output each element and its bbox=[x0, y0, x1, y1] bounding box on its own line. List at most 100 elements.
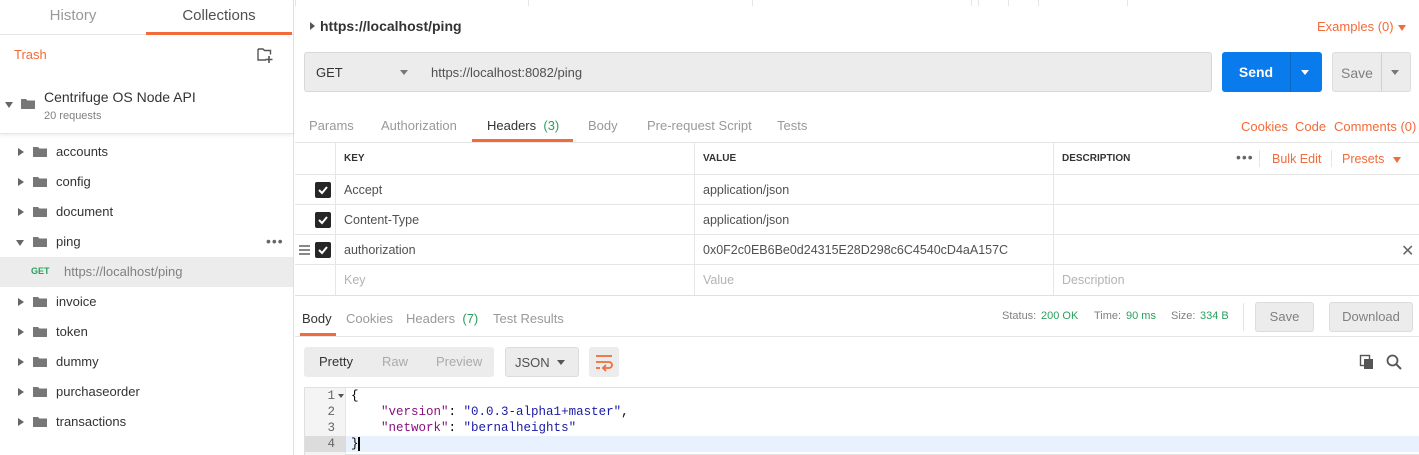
chevron-down-icon[interactable] bbox=[5, 102, 13, 108]
json-string: "0.0.3-alpha1+master" bbox=[463, 405, 622, 419]
check-icon bbox=[318, 216, 328, 225]
size-value[interactable]: 334 B bbox=[1200, 310, 1229, 322]
tab-response-body[interactable]: Body bbox=[302, 311, 332, 326]
tab-authorization[interactable]: Authorization bbox=[381, 118, 457, 133]
header-description-cell[interactable] bbox=[1053, 175, 1419, 205]
header-key-cell[interactable]: Content-Type bbox=[335, 205, 694, 235]
request-title[interactable]: https://localhost/ping bbox=[320, 18, 462, 34]
folder-item-ping[interactable]: ping ••• bbox=[0, 227, 293, 257]
header-value-cell[interactable]: 0x0F2c0EB6Be0d24315E28D298c6C4540cD4aA15… bbox=[694, 235, 1053, 265]
new-collection-icon[interactable] bbox=[256, 46, 274, 64]
save-button[interactable]: Save bbox=[1332, 52, 1411, 92]
time-label: Time: bbox=[1094, 310, 1122, 322]
header-value-cell[interactable]: application/json bbox=[694, 175, 1053, 205]
url-input[interactable] bbox=[420, 52, 1212, 92]
send-button[interactable]: Send bbox=[1222, 52, 1322, 92]
header-key-cell[interactable]: Accept bbox=[335, 175, 694, 205]
line-number: 4 bbox=[327, 437, 335, 451]
header-value-cell[interactable]: application/json bbox=[694, 205, 1053, 235]
tab-body[interactable]: Body bbox=[588, 118, 618, 133]
tab-collections[interactable]: Collections bbox=[146, 0, 292, 35]
chevron-down-icon[interactable] bbox=[16, 240, 24, 246]
code-link[interactable]: Code bbox=[1295, 119, 1326, 134]
folder-item-config[interactable]: config bbox=[0, 167, 293, 197]
drag-handle-icon[interactable] bbox=[299, 245, 310, 257]
header-description-cell[interactable] bbox=[1053, 235, 1419, 265]
presets-dropdown[interactable]: Presets bbox=[1342, 152, 1384, 166]
wrap-lines-button[interactable] bbox=[589, 347, 619, 377]
tab-test-results[interactable]: Test Results bbox=[493, 311, 564, 326]
folder-icon bbox=[33, 327, 47, 337]
tab-headers[interactable]: Headers (3) bbox=[487, 118, 559, 133]
request-label: https://localhost/ping bbox=[64, 264, 183, 279]
fold-toggle-icon[interactable] bbox=[338, 394, 344, 398]
chevron-down-icon[interactable] bbox=[1398, 25, 1406, 31]
tab-history[interactable]: History bbox=[0, 0, 146, 35]
tab-tests[interactable]: Tests bbox=[777, 118, 807, 133]
comments-link[interactable]: Comments (0) bbox=[1334, 119, 1416, 134]
chevron-down-icon[interactable] bbox=[1301, 70, 1309, 75]
tab-params[interactable]: Params bbox=[309, 118, 354, 133]
header-enabled-checkbox[interactable] bbox=[315, 212, 331, 228]
time-value[interactable]: 90 ms bbox=[1126, 310, 1156, 322]
folder-label: document bbox=[56, 204, 114, 219]
tab-response-headers[interactable]: Headers (7) bbox=[406, 311, 478, 326]
download-button[interactable]: Download bbox=[1329, 302, 1413, 332]
chevron-down-icon[interactable] bbox=[1393, 157, 1401, 163]
bulk-edit-link[interactable]: Bulk Edit bbox=[1272, 152, 1321, 166]
chevron-right-icon[interactable] bbox=[18, 148, 24, 156]
response-headers-count: (7) bbox=[462, 311, 479, 326]
more-options-icon[interactable]: ••• bbox=[1236, 149, 1254, 165]
header-enabled-checkbox[interactable] bbox=[315, 182, 331, 198]
examples-dropdown[interactable]: Examples (0) bbox=[1317, 19, 1394, 34]
request-item-ping[interactable]: GET https://localhost/ping bbox=[0, 257, 293, 287]
trash-row: Trash bbox=[0, 36, 293, 74]
header-key-input[interactable]: Key bbox=[335, 265, 694, 295]
tab-pre-request-script[interactable]: Pre-request Script bbox=[647, 118, 752, 133]
more-options-icon[interactable]: ••• bbox=[266, 233, 284, 249]
column-header-key: KEY bbox=[335, 143, 694, 175]
cookies-link[interactable]: Cookies bbox=[1241, 119, 1288, 134]
view-pretty-button[interactable]: Pretty bbox=[319, 354, 353, 369]
method-select[interactable]: GET bbox=[304, 52, 421, 92]
collection-header[interactable]: Centrifuge OS Node API 20 requests bbox=[0, 76, 293, 134]
header-enabled-checkbox[interactable] bbox=[315, 242, 331, 258]
folder-icon bbox=[33, 417, 47, 427]
tab-response-cookies[interactable]: Cookies bbox=[346, 311, 393, 326]
save-response-button[interactable]: Save bbox=[1255, 302, 1314, 332]
chevron-right-icon[interactable] bbox=[310, 22, 315, 30]
folder-item-token[interactable]: token bbox=[0, 317, 293, 347]
header-key-cell[interactable]: authorization bbox=[335, 235, 694, 265]
folder-item-document[interactable]: document bbox=[0, 197, 293, 227]
header-description-input[interactable]: Description bbox=[1053, 265, 1419, 295]
view-raw-button[interactable]: Raw bbox=[382, 354, 408, 369]
folder-item-transactions[interactable]: transactions bbox=[0, 407, 293, 437]
chevron-down-icon[interactable] bbox=[1391, 70, 1399, 75]
header-description-cell[interactable] bbox=[1053, 205, 1419, 235]
chevron-right-icon[interactable] bbox=[18, 358, 24, 366]
header-value-input[interactable]: Value bbox=[694, 265, 1053, 295]
view-preview-button[interactable]: Preview bbox=[436, 354, 482, 369]
format-select[interactable]: JSON bbox=[505, 347, 579, 377]
status-value[interactable]: 200 OK bbox=[1041, 310, 1078, 322]
chevron-right-icon[interactable] bbox=[18, 298, 24, 306]
chevron-right-icon[interactable] bbox=[18, 208, 24, 216]
folder-item-accounts[interactable]: accounts bbox=[0, 137, 293, 167]
folder-label: token bbox=[56, 324, 88, 339]
text-cursor bbox=[358, 437, 360, 451]
table-row-new: Key Value Description bbox=[295, 265, 1419, 295]
chevron-right-icon[interactable] bbox=[18, 418, 24, 426]
folder-item-purchaseorder[interactable]: purchaseorder bbox=[0, 377, 293, 407]
trash-link[interactable]: Trash bbox=[14, 47, 47, 62]
close-icon[interactable]: ✕ bbox=[1401, 241, 1414, 261]
folder-item-dummy[interactable]: dummy bbox=[0, 347, 293, 377]
response-body-editor[interactable]: 1 2 3 4 { "version": "0.0.3-alpha1+maste… bbox=[304, 387, 1419, 455]
chevron-right-icon[interactable] bbox=[18, 328, 24, 336]
copy-icon[interactable] bbox=[1359, 354, 1375, 370]
search-icon[interactable] bbox=[1386, 354, 1402, 370]
chevron-right-icon[interactable] bbox=[18, 178, 24, 186]
chevron-right-icon[interactable] bbox=[18, 388, 24, 396]
line-number: 3 bbox=[327, 421, 335, 435]
size-label: Size: bbox=[1171, 310, 1196, 322]
folder-item-invoice[interactable]: invoice bbox=[0, 287, 293, 317]
